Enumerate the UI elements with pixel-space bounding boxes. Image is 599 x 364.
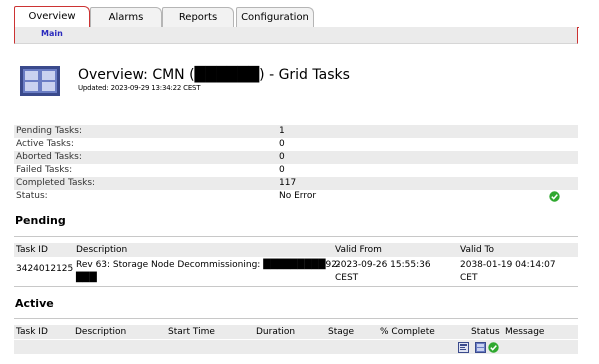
tab-reports[interactable]: Reports (162, 7, 234, 27)
subnav-main-link[interactable]: Main (41, 29, 63, 38)
description-cell: Rev 63: Storage Node Decommissioning: ██… (76, 260, 341, 270)
section-divider (14, 236, 578, 237)
summary-value: 117 (279, 178, 297, 188)
valid-from-cell: 2023-09-26 15:55:36 (335, 260, 431, 270)
tab-alarms[interactable]: Alarms (90, 7, 162, 27)
column-header: Task ID (16, 245, 48, 255)
ok-status-icon (549, 191, 560, 202)
summary-value: No Error (279, 191, 317, 201)
summary-row: Pending Tasks: 1 (14, 125, 578, 138)
tab-configuration[interactable]: Configuration (236, 7, 314, 27)
column-header: % Complete (380, 327, 435, 337)
description-cell-continued: ███ (76, 273, 97, 283)
summary-label: Active Tasks: (16, 139, 74, 149)
summary-row: Active Tasks: 0 (14, 138, 578, 151)
column-header: Description (75, 327, 127, 337)
chart-icon[interactable] (475, 342, 486, 353)
valid-to-cell-continued: CET (460, 273, 478, 283)
summary-label: Pending Tasks: (16, 126, 82, 136)
task-id-cell: 3424012125 (16, 264, 74, 274)
valid-to-cell: 2038-01-19 04:14:07 (460, 260, 556, 270)
sub-navigation: Main (14, 27, 578, 44)
pending-table-header: Task ID Description Valid From Valid To (14, 243, 578, 257)
grid-tasks-icon (20, 66, 60, 96)
active-table-header: Task ID Description Start Time Duration … (14, 325, 578, 339)
summary-label: Aborted Tasks: (16, 152, 82, 162)
column-header: Valid To (460, 245, 495, 255)
summary-row: Failed Tasks: 0 (14, 164, 578, 177)
ok-status-icon (488, 342, 499, 353)
valid-from-cell-continued: CEST (335, 273, 359, 283)
column-header: Description (76, 245, 128, 255)
report-icon[interactable] (458, 342, 469, 353)
row-divider (14, 286, 578, 287)
active-section-title: Active (15, 297, 54, 310)
summary-row: Aborted Tasks: 0 (14, 151, 578, 164)
section-divider (14, 318, 578, 319)
summary-table: Pending Tasks: 1 Active Tasks: 0 Aborted… (14, 125, 578, 203)
summary-value: 0 (279, 152, 285, 162)
summary-label: Failed Tasks: (16, 165, 73, 175)
summary-value: 0 (279, 139, 285, 149)
updated-timestamp: Updated: 2023-09-29 13:34:22 CEST (78, 84, 201, 92)
column-header: Stage (328, 327, 355, 337)
column-header: Duration (256, 327, 296, 337)
summary-row: Completed Tasks: 117 (14, 177, 578, 190)
column-header: Status (471, 327, 500, 337)
column-header: Task ID (16, 327, 48, 337)
table-row[interactable]: 3424012125 Rev 63: Storage Node Decommis… (14, 259, 578, 285)
tab-bar: Overview Alarms Reports Configuration (0, 0, 599, 28)
column-header: Valid From (335, 245, 382, 255)
tab-overview[interactable]: Overview (14, 6, 90, 28)
column-header: Message (505, 327, 545, 337)
summary-value: 1 (279, 126, 285, 136)
summary-value: 0 (279, 165, 285, 175)
summary-row: Status: No Error (14, 190, 578, 203)
page-title: Overview: CMN (██████) - Grid Tasks (78, 67, 350, 83)
summary-label: Status: (16, 191, 48, 201)
summary-label: Completed Tasks: (16, 178, 96, 188)
column-header: Start Time (168, 327, 215, 337)
pending-section-title: Pending (15, 214, 66, 227)
